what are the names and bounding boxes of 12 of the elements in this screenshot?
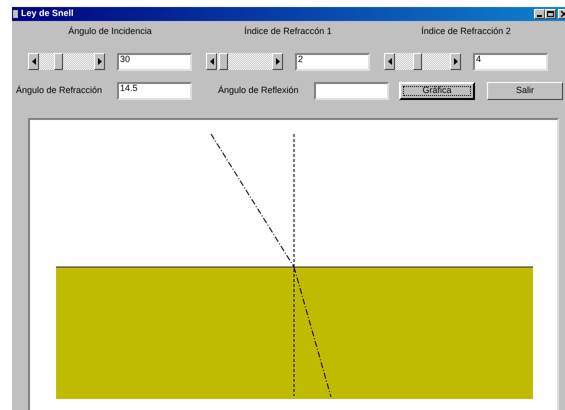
value-field[interactable]: 4	[473, 52, 548, 70]
value-field[interactable]: 2	[295, 52, 370, 70]
graph-button[interactable]: Gráfica	[399, 82, 475, 100]
exit-button[interactable]: Salir	[487, 82, 563, 100]
slider-label: Índice de Refraccón 1	[244, 24, 332, 38]
output-label: Ángulo de Reflexión	[217, 84, 300, 97]
output-field[interactable]: 14.5	[117, 82, 192, 100]
slider-label: Índice de Refracción 2	[421, 24, 511, 38]
window-title: Ley de Snell	[21, 7, 75, 20]
output-label: Ángulo de Refracción	[16, 84, 104, 97]
slider-label: Ángulo de Incidencia	[68, 24, 152, 38]
value-field[interactable]: 30	[117, 52, 192, 70]
